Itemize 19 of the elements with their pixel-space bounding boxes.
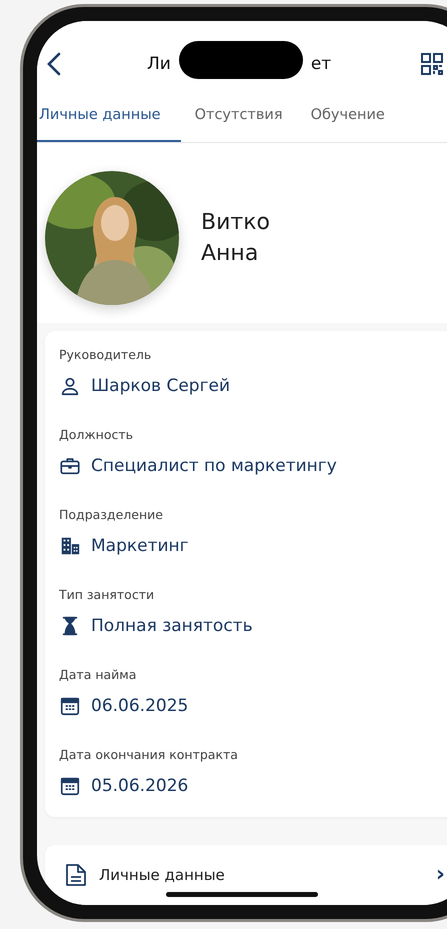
personal-data-link[interactable]: Личные данные › bbox=[45, 845, 447, 905]
field-value: 06.06.2025 bbox=[91, 696, 188, 716]
surname: Витко bbox=[201, 210, 270, 235]
tab[interactable]: Отсутствия bbox=[180, 90, 297, 142]
field-label: Тип занятости bbox=[59, 587, 156, 602]
field-value: Шарков Сергей bbox=[91, 376, 230, 396]
first-name: Анна bbox=[201, 241, 260, 266]
field-label: Подразделение bbox=[59, 507, 164, 522]
field-value: Полная занятость bbox=[91, 616, 253, 636]
field-label: Дата окончания контракта bbox=[59, 747, 239, 762]
field-label: Руководитель bbox=[59, 347, 152, 362]
field-value: Маркетинг bbox=[91, 536, 189, 556]
field-value: Специалист по маркетингу bbox=[91, 456, 337, 476]
screen-title: ет bbox=[310, 54, 332, 74]
screen-title: Ли bbox=[147, 54, 171, 74]
field-label: Должность bbox=[59, 427, 134, 442]
field-label: Дата найма bbox=[59, 667, 138, 682]
tab[interactable]: Обучение bbox=[296, 90, 399, 142]
field-value: 05.06.2026 bbox=[91, 776, 188, 796]
